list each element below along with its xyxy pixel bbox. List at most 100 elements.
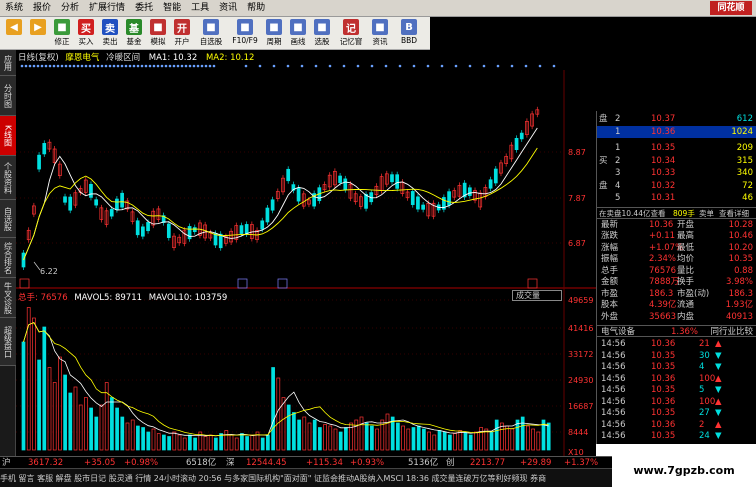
signal-marker [44,64,48,68]
volume-bar [463,431,468,451]
edit-icon: ■ [54,19,70,35]
orderbook-row[interactable]: 1 10.36 1024 [597,125,756,138]
candle [166,223,171,238]
app-logo: 同花顺 [710,1,752,15]
signal-marker [184,64,188,68]
signal-marker [168,64,172,68]
volume-bar [115,407,119,451]
signal-marker [342,64,346,68]
period-button[interactable]: ■ F10/F9 [228,17,262,49]
pick-button[interactable]: ■ 选股 [310,17,334,49]
buy-icon: 买 [78,19,94,35]
fund-button[interactable]: 基基金 [122,17,146,49]
volume-bar [188,434,192,451]
ma1-line [23,127,538,261]
menu-item-0[interactable]: 系统 [0,0,28,17]
orderbook-row[interactable]: 盘 2 10.37 612 [597,113,756,125]
sidebar-tab-7[interactable]: 超级盘口 [0,318,16,366]
signal-marker [100,64,104,68]
stat-row: 振幅 2.34% 均价 10.35 [597,254,756,266]
volume-bar [203,436,208,451]
menu-item-3[interactable]: 扩展行情 [84,0,130,17]
event-marker[interactable] [237,278,248,289]
volume-bar [432,434,437,451]
tick-time: 14:56 [601,373,626,384]
sell-button[interactable]: 卖卖出 [98,17,122,49]
back-button[interactable]: ◀ [2,17,26,49]
tick-time: 14:56 [601,419,626,430]
draw-icon: ■ [266,19,282,35]
stat-value: 10.35 [728,254,753,264]
sidebar-tab-4[interactable]: 自选股 [0,200,16,238]
event-marker[interactable] [277,278,288,289]
volume-bar [526,425,530,451]
sidebar-tab-0[interactable]: 应用 [0,50,16,76]
orderbook-row[interactable]: 3 10.33 340 [597,167,756,179]
tick-volume: 30 [699,350,710,361]
chart-area[interactable]: 日线(复权) 摩恩电气 冷暖区间 MA1: 10.32 MA2: 10.12 8… [16,50,596,468]
sidebar-tab-3[interactable]: 个股资料 [0,156,16,200]
buy-button[interactable]: 买买入 [74,17,98,49]
volume-bar [401,425,405,451]
trade-summary-d[interactable]: 查看详细 [719,208,749,220]
menu-item-1[interactable]: 报价 [28,0,56,17]
open-account-icon: 开 [174,19,190,35]
stat-key: 最新 [601,219,619,230]
stat-row: 股本 4.39亿 流通 1.93亿 [597,300,756,312]
menu-item-7[interactable]: 资讯 [214,0,242,17]
record-icon: 记 [343,19,359,35]
news-ticker[interactable]: 手机 留言 客服 解盘 股市日记 股灵通 行情 24小时滚动 20:56 与多家… [0,468,612,487]
chat-button[interactable]: ■ 资讯 [368,17,392,49]
orderbook-level: 4 [615,180,621,191]
menu-item-2[interactable]: 分析 [56,0,84,17]
record-button[interactable]: 记记忆窗 [334,17,368,49]
menu-item-4[interactable]: 委托 [130,0,158,17]
orderbook-price: 10.34 [651,155,676,166]
tick-price: 10.35 [651,350,676,361]
signal-marker [56,64,60,68]
volume-bar [370,425,374,451]
forward-button[interactable]: ▶ [26,17,50,49]
open-account-label: 开户 [174,37,190,46]
simulate-button[interactable]: ■ 模拟 [146,17,170,49]
candle [514,137,519,151]
sidebar-tab-1[interactable]: 分时图 [0,76,16,116]
orderbook-row[interactable]: 买 2 10.34 315 [597,155,756,167]
menu-item-6[interactable]: 工具 [186,0,214,17]
event-marker[interactable] [527,278,538,289]
event-marker[interactable] [19,278,30,289]
stat-value: 1.93亿 [725,300,753,310]
draw-button[interactable]: ■ 周期 [262,17,286,49]
select-button[interactable]: ■ 自选股 [194,17,228,49]
orderbook-level: 5 [615,193,621,203]
open-account-button[interactable]: 开开户 [170,17,194,49]
bbd-button[interactable]: B BBD [392,17,426,49]
orderbook-row[interactable]: 1 10.35 209 [597,142,756,154]
sidebar-tab-2[interactable]: K线图 [0,116,16,156]
signal-marker [40,64,44,68]
signal-marker [328,64,332,68]
line-button[interactable]: ■ 画线 [286,17,310,49]
volume-bar [448,434,452,451]
menu-item-8[interactable]: 帮助 [242,0,270,17]
tick-row: 14:56 10.36 100 ▲ [597,397,756,409]
stat-value: 2.34% [649,254,677,264]
candle [467,187,472,196]
arrow-down-icon: ▼ [715,350,722,361]
candlestick-chart[interactable]: 8.87 7.87 6.87 6.22 49659 41416 33172 24930 1668… [16,50,596,468]
volume-bar [266,434,270,451]
sidebar-tab-5[interactable]: 综合排名 [0,238,16,278]
sidebar-tab-6[interactable]: 牛叉诊股 [0,278,16,318]
trade-summary[interactable]: 在卖盘10.44亿查看 809手 卖单 查看详细 [597,206,756,220]
volume-bar [536,431,541,451]
edit-button[interactable]: ■ 修正 [50,17,74,49]
sector-compare-link[interactable]: 同行业比较 [710,326,753,338]
signal-marker [272,64,276,68]
orderbook-row[interactable]: 盘 4 10.32 72 [597,180,756,192]
orderbook-row[interactable]: 5 10.31 46 [597,192,756,204]
menu-item-5[interactable]: 智能 [158,0,186,17]
volume-indicator-select[interactable]: 成交量 [512,290,562,301]
signal-marker [152,64,156,68]
sector-row[interactable]: 电气设备 1.36% 同行业比较 [597,325,756,337]
stat-key: 最低 [677,242,695,253]
